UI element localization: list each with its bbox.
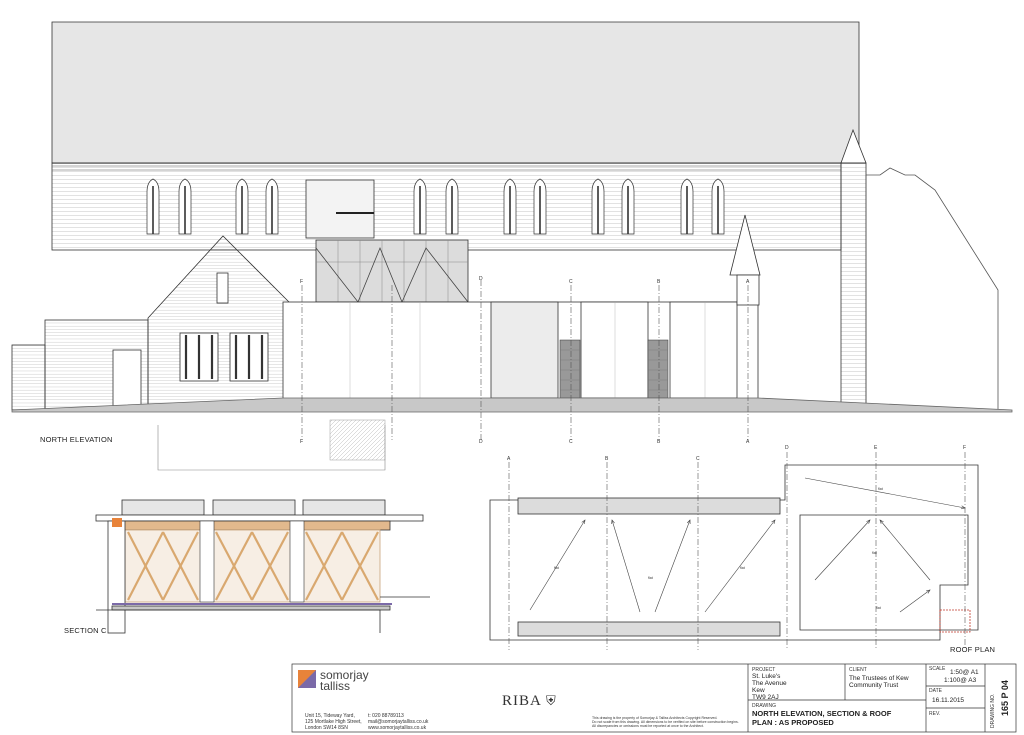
scale-a3: 1:100@ A3: [944, 677, 977, 684]
marker-d-bottom: D: [479, 439, 483, 445]
roof-plan-label: ROOF PLAN: [950, 645, 996, 654]
entrance-bay-3: [669, 301, 738, 399]
marker-d-top: D: [479, 276, 483, 282]
drawing-no-label: DRAWING NO.: [990, 693, 996, 728]
marker-f-bottom: F: [300, 439, 304, 445]
architectural-drawing: [11, 21, 1017, 733]
marker-b-bottom: B: [657, 439, 661, 445]
plan-marker-b: B: [605, 456, 609, 462]
orange-flashing: [112, 518, 122, 527]
section-floor: [111, 605, 391, 611]
firm-website: www.somorjaytalliss.co.uk: [368, 725, 427, 731]
timber-beam: [111, 520, 391, 531]
vestry-gable: [147, 235, 291, 411]
client-line-2: Community Trust: [849, 682, 899, 689]
copyright-note-3: All discrepancies or omissions must be r…: [592, 724, 704, 728]
firm-address-3: London SW14 8SN: [305, 725, 348, 731]
north-elevation-drawing: [11, 21, 1013, 471]
section-interior: [124, 529, 381, 603]
plan-marker-f: F: [963, 445, 967, 451]
marker-c-top: C: [569, 279, 573, 285]
roof-note-3: flat: [740, 566, 745, 570]
section-c-drawing: [95, 499, 430, 634]
annex-door: [112, 349, 142, 411]
marker-a-top: A: [746, 279, 750, 285]
drawing-sheet: NORTH ELEVATION SECTION C ROOF PLAN F D …: [0, 0, 1024, 735]
roof-note-6: flat: [876, 606, 881, 610]
roof-note-5: flat: [872, 551, 877, 555]
roof-note-2: flat: [648, 576, 653, 580]
marker-a-bottom: A: [746, 439, 750, 445]
entrance-bay-1: [490, 301, 559, 399]
rooflight-1: [121, 499, 205, 516]
roof-plan-drawing: [489, 452, 979, 650]
rev-label: REV.: [929, 711, 941, 717]
firm-name-line2: talliss: [320, 679, 351, 693]
roof-note-1: flat: [554, 566, 559, 570]
plan-marker-e: E: [874, 445, 878, 451]
church-tower: [840, 162, 867, 411]
marker-f-top: F: [300, 279, 304, 285]
drawing-title-1: NORTH ELEVATION, SECTION & ROOF: [752, 709, 892, 718]
drawing-number: 165 P 04: [1000, 680, 1010, 716]
drawing-title-2: PLAN : AS PROPOSED: [752, 718, 834, 727]
glazed-lantern: [315, 239, 469, 303]
entrance-bay-2: [580, 301, 649, 399]
vestry-chimney: [216, 272, 229, 304]
roof-slab: [95, 514, 424, 522]
marker-b-top: B: [657, 279, 661, 285]
scale-label: SCALE: [929, 666, 946, 672]
tower-window: [305, 179, 375, 239]
section-c-label: SECTION C: [64, 626, 107, 635]
plan-marker-d: D: [785, 445, 789, 451]
riba-crest-icon: ⛨: [546, 693, 556, 708]
scale-a1: 1:50@ A1: [950, 669, 979, 676]
rooflight-2: [212, 499, 296, 516]
plan-marker-a: A: [507, 456, 511, 462]
project-line-4: TW9 2AJ: [752, 694, 779, 701]
date-label: DATE: [929, 688, 942, 694]
rooflight-strip-bottom: [517, 621, 781, 637]
neighbour-building: [865, 167, 999, 410]
plan-marker-c: C: [696, 456, 700, 462]
marker-c-bottom: C: [569, 439, 573, 445]
date-value: 16.11.2015: [932, 697, 965, 704]
basement-stair: [329, 419, 386, 461]
church-roof: [51, 21, 860, 164]
riba-logo: RIBA: [502, 693, 542, 709]
section-left-wall: [107, 520, 126, 634]
north-elevation-label: NORTH ELEVATION: [40, 435, 113, 444]
rooflight-3: [302, 499, 386, 516]
side-annex-left: [11, 344, 46, 411]
roof-note-4: flat: [878, 487, 883, 491]
client-label: CLIENT: [849, 667, 867, 673]
rooflight-strip-top: [517, 497, 781, 515]
